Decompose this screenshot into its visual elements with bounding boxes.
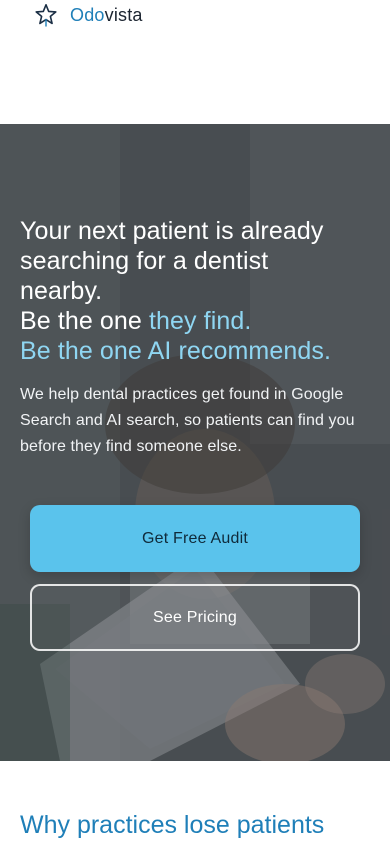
headline-line-1: Your next patient is already [20,217,324,245]
brand-name: Odovista [70,3,143,27]
headline-line-3: nearby. [20,277,103,305]
headline-line-4-white: Be the one [20,307,149,335]
site-header: Odovista [0,0,390,124]
star-outline-icon [34,3,58,27]
brand-name-part1: Odo [70,5,105,25]
get-free-audit-button[interactable]: Get Free Audit [30,505,360,572]
headline-line-4-highlight: they find. [148,307,252,335]
brand-logo[interactable]: Odovista [34,3,143,27]
section-title: Why practices lose patients [20,811,325,839]
hero-headline: Your next patient is already searching f… [20,216,370,366]
hero-content: Your next patient is already searching f… [20,216,370,460]
headline-line-2: searching for a dentist [20,247,269,275]
hero-subtext: We help dental practices get found in Go… [20,386,355,455]
brand-name-part2: vista [104,5,143,25]
headline-line-4: Be the one they find. [20,306,370,336]
hero-section: Your next patient is already searching f… [0,124,390,761]
headline-line-5: Be the one AI recommends. [20,337,332,365]
see-pricing-button[interactable]: See Pricing [30,584,360,651]
